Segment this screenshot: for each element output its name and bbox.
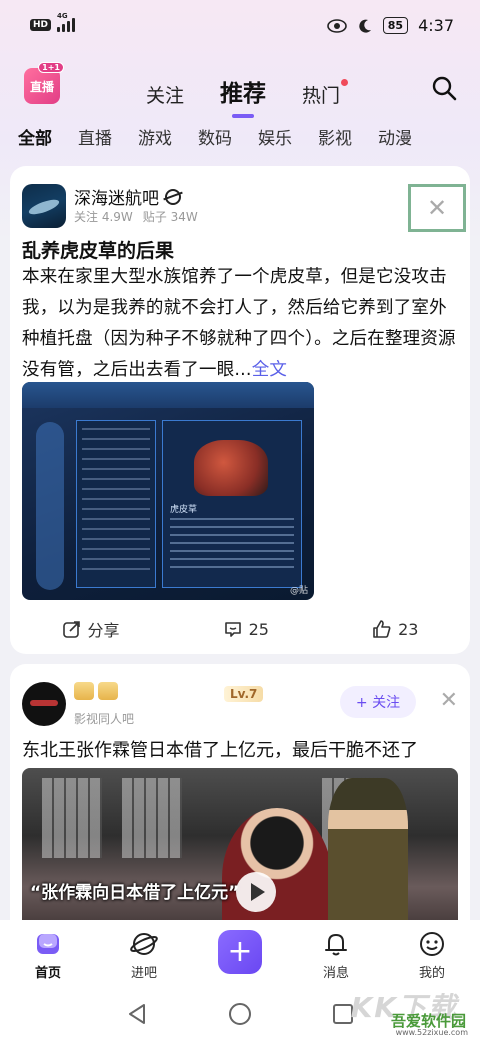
comment-count: 25	[248, 619, 269, 639]
post-image[interactable]: 虎皮草 @贴	[22, 382, 314, 600]
like-button[interactable]: 23	[372, 619, 418, 639]
share-button[interactable]: 分享	[62, 617, 120, 641]
nav-profile[interactable]: 我的	[392, 930, 472, 981]
share-icon	[62, 621, 80, 638]
home-circle-icon[interactable]	[228, 1002, 252, 1026]
like-count: 23	[398, 619, 419, 639]
logo-badge: 1+1	[38, 62, 64, 73]
thumbs-up-icon	[373, 620, 391, 638]
signal-icon: 4G	[57, 12, 76, 32]
network-type: 4G	[57, 12, 68, 20]
notification-dot	[341, 79, 349, 86]
nav-create[interactable]: +	[200, 930, 280, 974]
hd-badge: HD	[30, 19, 52, 31]
category-games[interactable]: 游戏	[138, 124, 172, 149]
image-caption: 虎皮草	[170, 505, 198, 515]
bell-icon	[325, 934, 347, 956]
top-tabs: 关注 推荐 热门	[146, 74, 349, 108]
crown-badge-icon	[98, 682, 118, 700]
nav-profile-label: 我的	[418, 966, 445, 981]
video-caption: “张作霖向日本借了上亿元”	[30, 883, 240, 903]
comment-button[interactable]: 25	[223, 619, 269, 639]
nav-forums[interactable]: 进吧	[104, 930, 184, 981]
moon-icon	[359, 19, 371, 33]
nav-home[interactable]: 首页	[8, 930, 88, 981]
plus-icon: +	[218, 930, 262, 974]
site-watermark: KK下载 吾爱软件园 www.52zixue.com	[336, 986, 476, 1038]
level-badge: Lv.7	[224, 686, 264, 702]
close-icon: ✕	[426, 194, 448, 222]
category-tabs: 全部 直播 游戏 数码 娱乐 影视 动漫	[18, 124, 412, 149]
status-left: HD 4G	[30, 12, 76, 32]
post-title[interactable]: 东北王张作霖管日本借了上亿元，最后干脆不还了	[22, 736, 418, 762]
status-right: 85 4:37	[326, 16, 454, 35]
forum-avatar[interactable]	[22, 184, 66, 228]
clock: 4:37	[418, 16, 454, 35]
planet-icon	[165, 188, 181, 205]
planet-icon	[130, 933, 158, 955]
category-live[interactable]: 直播	[78, 124, 112, 149]
forum-name-label: 深海迷航吧	[74, 189, 159, 209]
user-badges	[74, 682, 118, 700]
battery-indicator: 85	[382, 17, 409, 34]
forum-name[interactable]: 深海迷航吧	[74, 184, 181, 209]
post-card[interactable]: Lv.7 影视同人吧 + 关注 ✕ 东北王张作霖管日本借了上亿元，最后干脆不还了…	[10, 664, 470, 926]
category-entertainment[interactable]: 娱乐	[258, 124, 292, 149]
forum-name[interactable]: 影视同人吧	[74, 710, 134, 727]
status-bar: HD 4G 85 4:37	[0, 0, 480, 56]
post-body[interactable]: 本来在家里大型水族馆养了一个虎皮草，但是它没攻击我，以为是我养的就不会打人了，然…	[22, 262, 462, 386]
home-icon	[37, 934, 59, 954]
tab-hot-label: 热门	[302, 85, 341, 107]
profile-icon	[420, 932, 444, 956]
tab-hot[interactable]: 热门	[302, 79, 349, 108]
live-logo[interactable]: 直播 1+1	[24, 62, 64, 104]
watermark-url: www.52zixue.com	[395, 1028, 468, 1037]
category-all[interactable]: 全部	[18, 124, 52, 149]
post-card[interactable]: 深海迷航吧 关注 4.9W 贴子 34W ✕ 乱养虎皮草的后果 本来在家里大型水…	[10, 166, 470, 654]
share-label: 分享	[87, 621, 120, 640]
forum-meta: 关注 4.9W 贴子 34W	[74, 208, 198, 225]
nav-messages[interactable]: 消息	[296, 930, 376, 981]
read-more-link[interactable]: 全文	[252, 360, 287, 380]
nav-forums-label: 进吧	[130, 966, 157, 981]
crown-badge-icon	[74, 682, 94, 700]
post-actions: 分享 25 23	[10, 614, 470, 644]
app-header: 直播 1+1 关注 推荐 热门	[0, 60, 480, 120]
play-icon[interactable]	[236, 872, 276, 912]
video-thumbnail[interactable]: “张作霖向日本借了上亿元”	[22, 768, 458, 926]
tab-follow[interactable]: 关注	[146, 81, 184, 108]
comment-icon	[224, 622, 241, 637]
category-anime[interactable]: 动漫	[378, 124, 412, 149]
close-icon[interactable]: ✕	[440, 690, 458, 712]
tab-recommend[interactable]: 推荐	[220, 74, 266, 108]
posts-count: 贴子 34W	[142, 210, 198, 224]
image-watermark: @贴	[289, 586, 308, 596]
back-icon[interactable]	[126, 1002, 148, 1026]
post-body-text: 本来在家里大型水族馆养了一个虎皮草，但是它没攻击我，以为是我养的就不会打人了，然…	[22, 267, 456, 380]
forum-avatar[interactable]	[22, 682, 66, 726]
category-digital[interactable]: 数码	[198, 124, 232, 149]
category-film[interactable]: 影视	[318, 124, 352, 149]
bottom-nav: 首页 进吧 + 消息 我的	[0, 920, 480, 990]
followers-count: 关注 4.9W	[74, 210, 133, 224]
post-title[interactable]: 乱养虎皮草的后果	[22, 236, 174, 263]
follow-button[interactable]: + 关注	[340, 686, 416, 718]
logo-text: 直播	[29, 79, 54, 94]
nav-messages-label: 消息	[322, 966, 349, 981]
search-icon[interactable]	[430, 74, 458, 102]
eye-icon	[326, 18, 347, 33]
dismiss-button[interactable]: ✕	[408, 184, 466, 232]
nav-home-label: 首页	[34, 966, 61, 981]
